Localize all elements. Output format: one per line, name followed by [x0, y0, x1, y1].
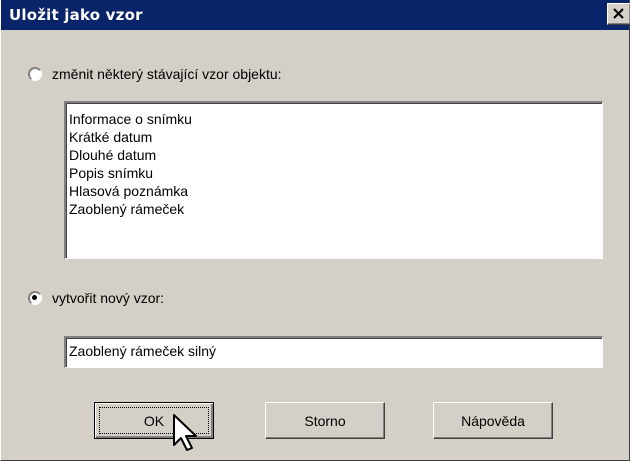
title-bar: Uložit jako vzor — [1, 0, 630, 30]
list-item[interactable]: Zaoblený rámeček — [69, 200, 599, 218]
save-as-template-dialog: Uložit jako vzor změnit některý stávajíc… — [0, 0, 630, 461]
template-name-field[interactable]: Zaoblený rámeček silný — [64, 336, 603, 368]
list-item[interactable]: Dlouhé datum — [69, 146, 599, 164]
cancel-button[interactable]: Storno — [265, 402, 385, 439]
modify-existing-option[interactable]: změnit některý stávající vzor objektu: — [28, 66, 282, 82]
list-item[interactable]: Popis snímku — [69, 164, 599, 182]
modify-existing-label: změnit některý stávající vzor objektu: — [52, 66, 282, 82]
create-new-label: vytvořit nový vzor: — [52, 290, 165, 306]
dialog-title: Uložit jako vzor — [9, 6, 143, 24]
modify-existing-radio[interactable] — [28, 67, 42, 81]
list-item[interactable]: Hlasová poznámka — [69, 182, 599, 200]
template-listbox[interactable]: Informace o snímku Krátké datum Dlouhé d… — [64, 101, 603, 259]
close-icon — [613, 8, 624, 19]
list-item[interactable]: Informace o snímku — [69, 110, 599, 128]
list-item[interactable]: Krátké datum — [69, 128, 599, 146]
arrow-cursor-icon — [173, 414, 197, 451]
help-button[interactable]: Nápověda — [433, 402, 553, 439]
create-new-option[interactable]: vytvořit nový vzor: — [28, 290, 164, 306]
close-button[interactable] — [607, 3, 630, 25]
create-new-radio[interactable] — [28, 291, 42, 305]
